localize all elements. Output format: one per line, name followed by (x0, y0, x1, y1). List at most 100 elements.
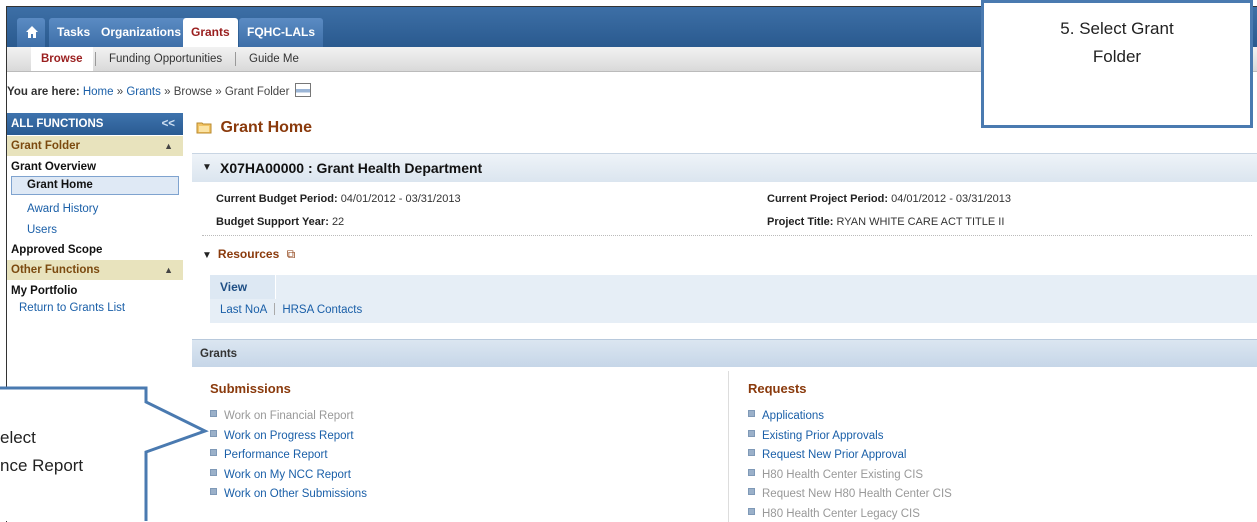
section-label: Grant Folder (11, 140, 80, 152)
bullet-icon (210, 449, 217, 456)
requests-column: Requests Applications Existing Prior App… (748, 381, 1248, 522)
project-period-label: Current Project Period: (767, 193, 888, 205)
last-noa-link[interactable]: Last NoA (220, 304, 267, 316)
breadcrumb-prefix: You are here: (7, 86, 80, 98)
breadcrumb-sep: » (164, 86, 170, 98)
request-new-h80-cis: Request New H80 Health Center CIS (748, 485, 1248, 505)
budget-year-value: 22 (332, 216, 344, 228)
submission-other[interactable]: Work on Other Submissions (210, 485, 720, 505)
tab-grants[interactable]: Grants (183, 18, 238, 47)
tab-view[interactable]: View (210, 275, 276, 299)
grant-title: X07HA00000 : Grant Health Department (220, 160, 482, 176)
hrsa-contacts-link[interactable]: HRSA Contacts (282, 304, 362, 316)
submission-ncc-report[interactable]: Work on My NCC Report (210, 466, 720, 486)
callout-step-5: 5. Select Grant Folder (981, 0, 1253, 128)
print-icon[interactable] (295, 83, 311, 97)
tab-tasks[interactable]: Tasks (49, 18, 98, 47)
bullet-icon (210, 410, 217, 417)
caret-up-icon: ▲ (164, 260, 173, 280)
grant-id: X07HA00000 (220, 160, 304, 176)
grants-section-header: Grants (192, 339, 1257, 367)
resource-links: Last NoA HRSA Contacts (220, 303, 362, 316)
tab-fqhc-lals[interactable]: FQHC-LALs (239, 18, 323, 47)
bullet-icon (210, 488, 217, 495)
budget-period-label: Current Budget Period: (216, 193, 338, 205)
group-grant-overview[interactable]: Grant Overview (7, 158, 183, 176)
group-approved-scope[interactable]: Approved Scope (7, 241, 183, 259)
home-tab[interactable] (17, 18, 45, 47)
section-label: Other Functions (11, 264, 100, 276)
item-label: Request New H80 Health Center CIS (762, 488, 952, 500)
request-new-prior-approval[interactable]: Request New Prior Approval (748, 446, 1248, 466)
item-label[interactable]: Work on Other Submissions (224, 488, 367, 500)
expand-triangle-icon: ▼ (202, 162, 212, 173)
item-label: H80 Health Center Legacy CIS (762, 508, 920, 520)
sidebar-item-grant-home[interactable]: Grant Home (11, 176, 179, 195)
submission-progress-report[interactable]: Work on Progress Report (210, 427, 720, 447)
collapse-icon[interactable]: << (162, 113, 175, 135)
sidebar-item-return-to-grants-list[interactable]: Return to Grants List (7, 300, 183, 316)
section-grant-folder[interactable]: Grant Folder ▲ (7, 135, 183, 156)
bullet-icon (210, 430, 217, 437)
breadcrumb-current: Grant Folder (225, 86, 290, 98)
grant-name: Grant Health Department (317, 160, 483, 176)
sidebar-item-award-history[interactable]: Award History (7, 199, 183, 220)
grant-header[interactable]: ▼ X07HA00000 : Grant Health Department (192, 153, 1257, 182)
subnav-browse[interactable]: Browse (31, 47, 93, 71)
item-label[interactable]: Work on My NCC Report (224, 469, 351, 481)
request-existing-prior-approvals[interactable]: Existing Prior Approvals (748, 427, 1248, 447)
item-label[interactable]: Existing Prior Approvals (762, 430, 883, 442)
group-my-portfolio: My Portfolio (7, 282, 183, 300)
project-title: Project Title: RYAN WHITE CARE ACT TITLE… (767, 216, 1004, 228)
breadcrumb-sep: » (117, 86, 123, 98)
project-period: Current Project Period: 04/01/2012 - 03/… (767, 193, 1011, 205)
caret-up-icon: ▲ (164, 136, 173, 156)
budget-year: Budget Support Year: 22 (216, 216, 344, 228)
item-label[interactable]: Applications (762, 410, 824, 422)
item-label[interactable]: Work on Progress Report (224, 430, 354, 442)
main-content: Grant Home ▼ X07HA00000 : Grant Health D… (192, 113, 1257, 522)
resources-panel: View Last NoA HRSA Contacts (210, 275, 1257, 323)
submissions-column: Submissions Work on Financial Report Wor… (210, 381, 720, 505)
external-link-icon: ⧉ (287, 247, 296, 261)
bullet-icon (748, 449, 755, 456)
page-title-text: Grant Home (220, 119, 312, 136)
item-label[interactable]: Request New Prior Approval (762, 449, 906, 461)
sidebar-title: ALL FUNCTIONS (11, 118, 103, 130)
breadcrumb-home[interactable]: Home (83, 86, 114, 98)
item-label[interactable]: Performance Report (224, 449, 328, 461)
subnav-divider (95, 52, 96, 66)
bullet-icon (748, 488, 755, 495)
sidebar-item-users[interactable]: Users (7, 220, 183, 241)
callout-step-5-line1: 5. Select Grant (984, 15, 1250, 43)
bullet-icon (748, 410, 755, 417)
sidebar: ALL FUNCTIONS << Grant Folder ▲ Grant Ov… (7, 113, 183, 369)
subnav-funding-opportunities[interactable]: Funding Opportunities (99, 47, 232, 71)
bullet-icon (748, 469, 755, 476)
project-title-value: RYAN WHITE CARE ACT TITLE II (837, 216, 1005, 228)
breadcrumb-grants[interactable]: Grants (126, 86, 161, 98)
sidebar-header: ALL FUNCTIONS << (7, 113, 183, 135)
bullet-icon (748, 430, 755, 437)
link-divider (274, 303, 275, 315)
callout-step-5-line2: Folder (984, 43, 1250, 71)
budget-period: Current Budget Period: 04/01/2012 - 03/3… (216, 193, 461, 205)
request-applications[interactable]: Applications (748, 407, 1248, 427)
budget-year-label: Budget Support Year: (216, 216, 329, 228)
expand-triangle-icon: ▼ (202, 250, 212, 261)
project-period-value: 04/01/2012 - 03/31/2013 (891, 193, 1011, 205)
project-title-label: Project Title: (767, 216, 833, 228)
section-other-functions[interactable]: Other Functions ▲ (7, 259, 183, 280)
column-divider (728, 371, 729, 522)
subnav-guide-me[interactable]: Guide Me (239, 47, 309, 71)
tab-organizations[interactable]: Organizations (93, 18, 189, 47)
budget-period-value: 04/01/2012 - 03/31/2013 (341, 193, 461, 205)
subnav-divider (235, 52, 236, 66)
item-label: Work on Financial Report (224, 410, 354, 422)
resources-header[interactable]: ▼ Resources ⧉ (202, 247, 295, 262)
home-icon (25, 25, 39, 39)
submission-performance-report[interactable]: Performance Report (210, 446, 720, 466)
resources-label: Resources (218, 247, 279, 261)
request-h80-legacy-cis: H80 Health Center Legacy CIS (748, 505, 1248, 522)
submissions-title: Submissions (210, 381, 720, 407)
